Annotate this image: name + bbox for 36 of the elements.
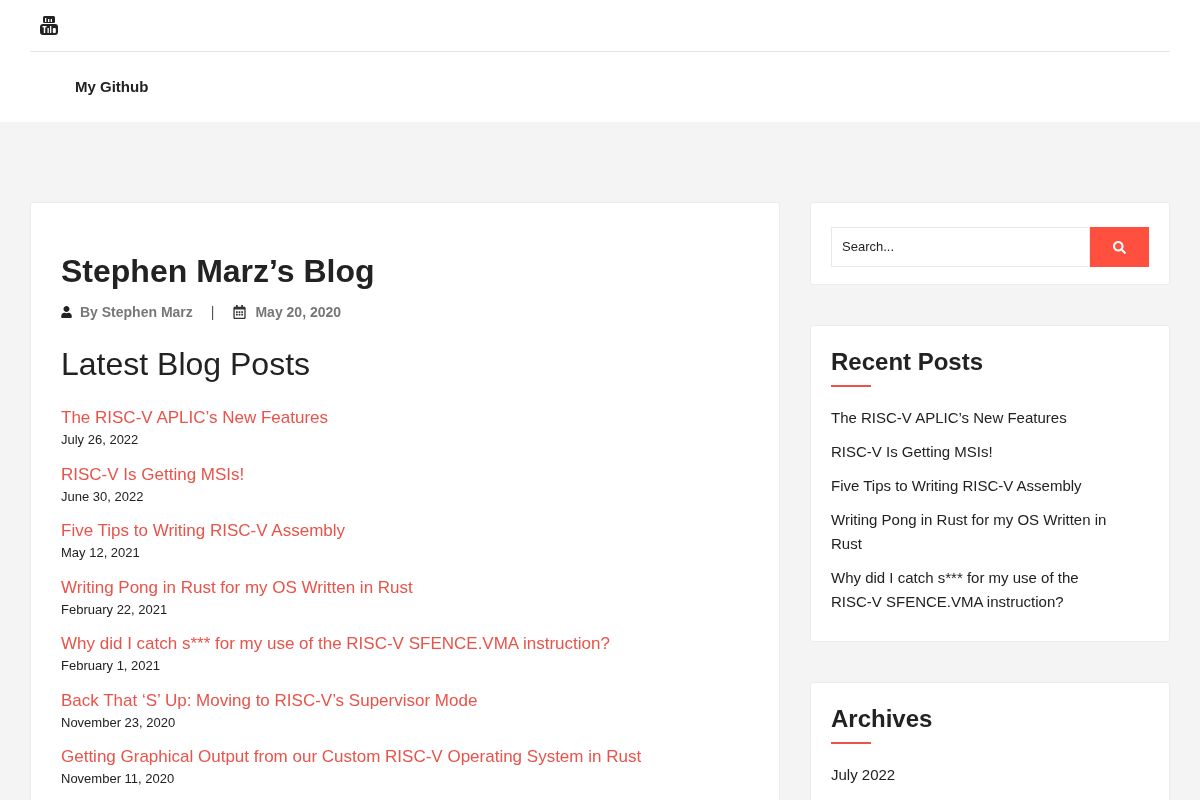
user-icon — [61, 306, 72, 318]
sidebar-link[interactable]: RISC-V Is Getting MSIs! — [831, 440, 993, 464]
post-date-link[interactable]: May 20, 2020 — [255, 301, 342, 323]
widget-title: Archives — [831, 704, 934, 734]
post-date: May 12, 2021 — [61, 544, 140, 562]
sidebar-link[interactable]: Writing Pong in Rust for my OS Written in Rust — [831, 508, 1119, 556]
sidebar-link[interactable]: The RISC-V APLIC’s New Features — [831, 406, 1067, 430]
post-link[interactable]: Getting Graphical Output from our Custom RISC-V Operating System in Rust — [61, 745, 642, 769]
post-link[interactable]: RISC-V Is Getting MSIs! — [61, 462, 245, 487]
title-underline — [831, 742, 871, 744]
post-date: July 26, 2022 — [61, 431, 139, 449]
post-date: June 30, 2022 — [61, 487, 144, 506]
section-heading: Latest Blog Posts — [61, 345, 312, 384]
sidebar-link[interactable]: Why did I catch s*** for my use of the RISC-V SFENCE.VMA instruction? — [831, 566, 1119, 614]
post-date: February 22, 2021 — [61, 600, 168, 619]
sidebar-link[interactable]: Five Tips to Writing RISC-V Assembly — [831, 474, 1082, 498]
post-link[interactable]: Writing Pong in Rust for my OS Written in Rust — [61, 575, 413, 600]
nav-link[interactable]: My Github — [75, 75, 149, 99]
post-date: November 23, 2020 — [61, 713, 176, 732]
post-link[interactable]: Back That ‘S’ Up: Moving to RISC-V’s Supervisor Mode — [61, 688, 478, 713]
author-link[interactable]: By Stephen Marz — [80, 301, 193, 323]
title-underline — [831, 385, 871, 387]
post-link[interactable]: Why did I catch s*** for my use of the RISC-V SFENCE.VMA instruction? — [61, 632, 610, 656]
post-date: November 11, 2020 — [61, 770, 175, 788]
search-icon — [1113, 240, 1126, 254]
calendar-icon — [233, 305, 247, 319]
page-title: Stephen Marz’s Blog — [61, 252, 376, 291]
search-field[interactable]: Search... — [831, 227, 1090, 267]
widget-title: Recent Posts — [831, 347, 985, 377]
post-link[interactable]: Five Tips to Writing RISC-V Assembly — [61, 519, 346, 543]
meta-separator: | — [210, 302, 215, 322]
youtube-logo-icon[interactable] — [40, 16, 58, 35]
sidebar-link[interactable]: July 2022 — [831, 763, 896, 787]
post-link[interactable]: The RISC-V APLIC’s New Features — [61, 406, 329, 430]
search-button[interactable] — [1090, 227, 1149, 267]
post-date: February 1, 2021 — [61, 657, 160, 675]
